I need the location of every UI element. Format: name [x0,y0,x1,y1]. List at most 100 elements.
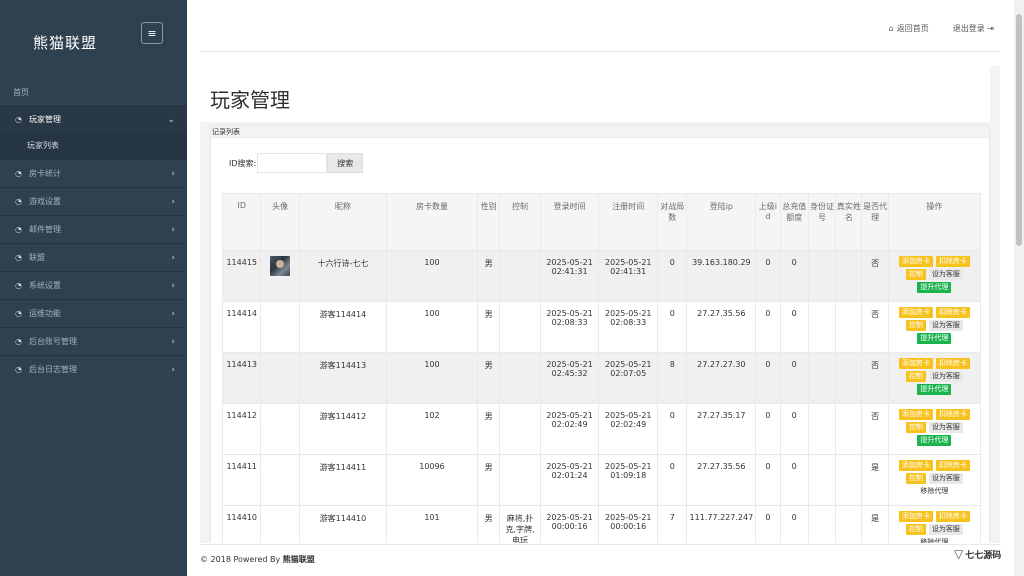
remove-cards-button[interactable]: 扣除房卡 [935,409,970,420]
cell-id: 114414 [221,301,262,353]
cell-reg: 2025-05-21 02:08:33 [598,301,659,353]
cell-login: 2025-05-21 02:45:32 [539,352,600,404]
cell-cards: 100 [385,250,479,302]
sidebar-item-1[interactable]: ◔ 房卡统计 › [0,159,187,187]
home-link-label: 返回首页 [896,24,929,33]
set-service-button[interactable]: 设为客服 [928,422,963,433]
remove-cards-button[interactable]: 扣除房卡 [935,307,970,318]
control-button[interactable]: 控制 [905,371,926,382]
cell-actions: 添加房卡 扣除房卡 控制 设为客服提升代理 [887,352,982,404]
cell-recharge: 0 [779,352,809,404]
control-button[interactable]: 控制 [905,524,926,535]
agent-toggle-button[interactable]: 移除代理 [917,486,951,497]
sidebar-item-5[interactable]: ◔ 系统设置 › [0,271,187,299]
set-service-button[interactable]: 设为客服 [928,371,963,382]
cell-actions: 添加房卡 扣除房卡 控制 设为客服提升代理 [887,301,982,353]
control-button[interactable]: 控制 [905,422,926,433]
cell-ip: 27.27.35.56 [686,301,757,353]
sidebar-item-label: 游戏设置 [29,197,61,206]
set-service-button[interactable]: 设为客服 [928,320,963,331]
cell-id: 114411 [221,454,262,506]
chevron-right-icon: › [171,196,175,207]
cell-cards: 101 [385,505,479,543]
sidebar-item-3[interactable]: ◔ 邮件管理 › [0,215,187,243]
cell-id: 114412 [221,403,262,455]
cell-gender: 男 [477,454,501,506]
cell-actions: 添加房卡 扣除房卡 控制 设为客服提升代理 [887,403,982,455]
agent-toggle-button[interactable]: 移除代理 [917,537,951,543]
cell-idcard [807,250,837,302]
scrollbar-thumb[interactable] [1016,14,1022,246]
cell-idcard [807,301,837,353]
home-icon: ⌂ [888,24,894,33]
sidebar-item-home[interactable]: 首页 [0,80,187,105]
cell-idcard [807,352,837,404]
cell-agent: 是 [861,454,889,506]
sidebar-item-label: 后台日志管理 [29,365,77,374]
cell-recharge: 0 [779,301,809,353]
agent-toggle-button[interactable]: 提升代理 [917,282,952,293]
cell-login: 2025-05-21 02:02:49 [539,403,600,455]
add-cards-button[interactable]: 添加房卡 [898,511,933,522]
set-service-button[interactable]: 设为客服 [928,269,963,280]
cell-agent: 否 [861,352,889,404]
remove-cards-button[interactable]: 扣除房卡 [935,256,970,267]
cell-agent: 否 [861,403,889,455]
sidebar-item-2[interactable]: ◔ 游戏设置 › [0,187,187,215]
remove-cards-button[interactable]: 扣除房卡 [935,460,970,471]
add-cards-button[interactable]: 添加房卡 [898,358,933,369]
cell-cards: 100 [385,352,479,404]
logout-link[interactable]: 退出登录 ⇥ [953,23,994,34]
add-cards-button[interactable]: 添加房卡 [898,256,933,267]
watermark-text: 七七源码 [965,550,1002,561]
app-logo: 熊猫联盟 [33,34,98,52]
records-panel: 记录列表 ID搜索: 搜索 ID 头像 昵称 房卡数量 性别 控制 登录时间 注册时间 对战局数… [210,125,990,543]
agent-toggle-button[interactable]: 提升代理 [917,384,952,395]
remove-cards-button[interactable]: 扣除房卡 [935,511,970,522]
chevron-right-icon: › [171,280,175,291]
cell-agent: 否 [861,301,889,353]
cell-parent: 0 [755,301,781,353]
cell-realname [835,403,863,455]
id-search-input[interactable] [257,153,328,173]
sidebar-subitem-player-list[interactable]: 玩家列表 [0,133,187,159]
set-service-button[interactable]: 设为客服 [928,473,963,484]
sidebar-item-4[interactable]: ◔ 联盟 › [0,243,187,271]
cell-games: 8 [657,352,688,404]
sidebar-item-0[interactable]: ◔ 玩家管理 ⌄ [0,105,187,133]
cell-reg: 2025-05-21 00:00:16 [598,505,659,543]
agent-toggle-button[interactable]: 提升代理 [917,435,952,446]
search-button[interactable]: 搜索 [327,153,364,173]
home-link[interactable]: ⌂ 返回首页 [889,23,929,34]
control-button[interactable]: 控制 [905,473,926,484]
cell-gender: 男 [477,403,501,455]
page-scrollbar[interactable] [1014,0,1024,576]
sidebar-item-6[interactable]: ◔ 运维功能 › [0,299,187,327]
cell-idcard [807,454,837,506]
add-cards-button[interactable]: 添加房卡 [898,460,933,471]
avatar-cell [260,454,300,506]
dashboard-icon: ◔ [15,337,22,346]
add-cards-button[interactable]: 添加房卡 [898,307,933,318]
dashboard-icon: ◔ [15,115,22,124]
remove-cards-button[interactable]: 扣除房卡 [935,358,970,369]
avatar-cell [260,403,300,455]
sidebar-item-7[interactable]: ◔ 后台账号管理 › [0,327,187,355]
agent-toggle-button[interactable]: 提升代理 [917,333,952,344]
control-button[interactable]: 控制 [905,269,926,280]
control-button[interactable]: 控制 [905,320,926,331]
avatar-cell [260,250,300,302]
menu-toggle-button[interactable]: ≡ [141,22,163,44]
sidebar: 熊猫联盟 ≡ 首页 ◔ 玩家管理 ⌄ 玩家列表 ◔ 房卡统计 › ◔ 游戏设置 › ◔ 邮件管理 › ◔ 联… [0,0,187,576]
cell-cards: 102 [385,403,479,455]
cell-cards: 10096 [385,454,479,506]
table-row: 114412 游客114412 102 男 2025-05-21 02:02:49 202… [221,403,982,455]
cell-nick: 游客114411 [298,454,387,506]
set-service-button[interactable]: 设为客服 [928,524,963,535]
sidebar-item-8[interactable]: ◔ 后台日志管理 › [0,355,187,383]
watermark: ▽ 七七源码 [954,543,1012,565]
column-header: ID [221,193,262,251]
add-cards-button[interactable]: 添加房卡 [898,409,933,420]
sidebar-item-label: 联盟 [29,253,45,262]
cell-games: 0 [657,454,688,506]
